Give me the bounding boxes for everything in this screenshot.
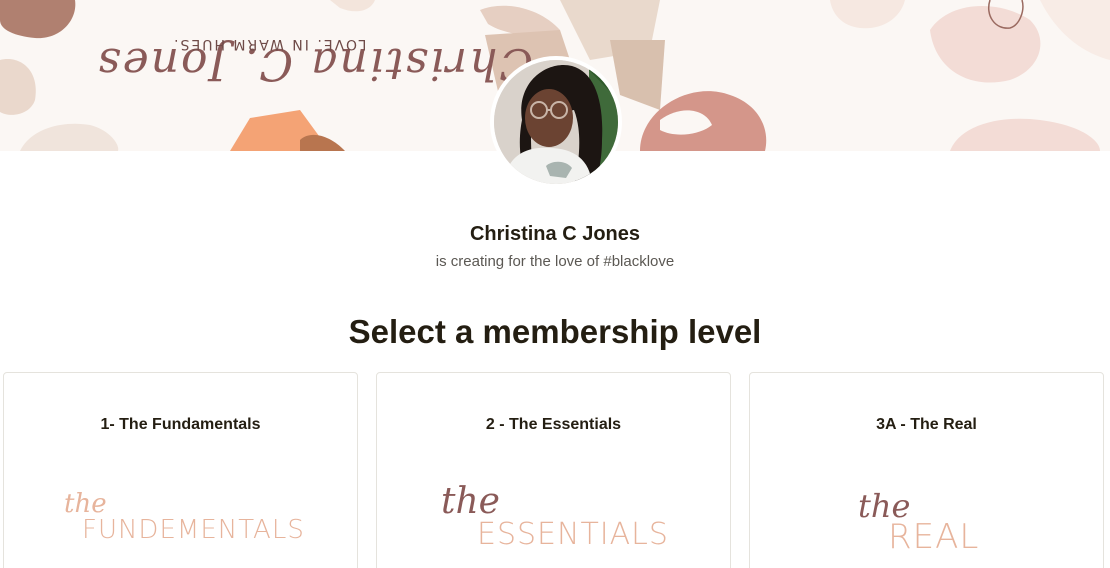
tier-card-essentials[interactable]: 2 - The Essentials the ESSENTIALS	[376, 372, 731, 568]
creator-name: Christina C Jones	[469, 223, 641, 245]
tier-logo-word: REAL	[888, 517, 980, 557]
tier-logo-script: the	[441, 481, 500, 522]
tier-name: 1- The Fundamentals	[100, 416, 261, 433]
avatar-image	[494, 60, 618, 184]
creator-page: Christina C. Jones LOVE. IN WARM HUES. C…	[0, 0, 1110, 568]
membership-tiers: 1- The Fundamentals the FUNDEMENTALS 2 -…	[3, 372, 1107, 568]
section-title: Select a membership level	[348, 313, 762, 350]
tier-logo-real: the REAL	[750, 481, 1103, 561]
tier-logo-essentials: the ESSENTIALS	[377, 481, 730, 561]
tier-name: 2 - The Essentials	[485, 416, 622, 433]
tier-name: 3A - The Real	[876, 416, 977, 433]
creator-tagline: is creating for the love of #blacklove	[435, 253, 675, 270]
tier-card-fundamentals[interactable]: 1- The Fundamentals the FUNDEMENTALS	[3, 372, 358, 568]
tier-card-real[interactable]: 3A - The Real the REAL	[749, 372, 1104, 568]
tier-logo-word: ESSENTIALS	[477, 517, 669, 552]
banner-tagline: LOVE. IN WARM HUES.	[172, 36, 367, 52]
tier-logo-fundamentals: the FUNDEMENTALS	[4, 481, 357, 561]
creator-avatar[interactable]	[490, 56, 622, 188]
tier-logo-word: FUNDEMENTALS	[82, 515, 305, 545]
